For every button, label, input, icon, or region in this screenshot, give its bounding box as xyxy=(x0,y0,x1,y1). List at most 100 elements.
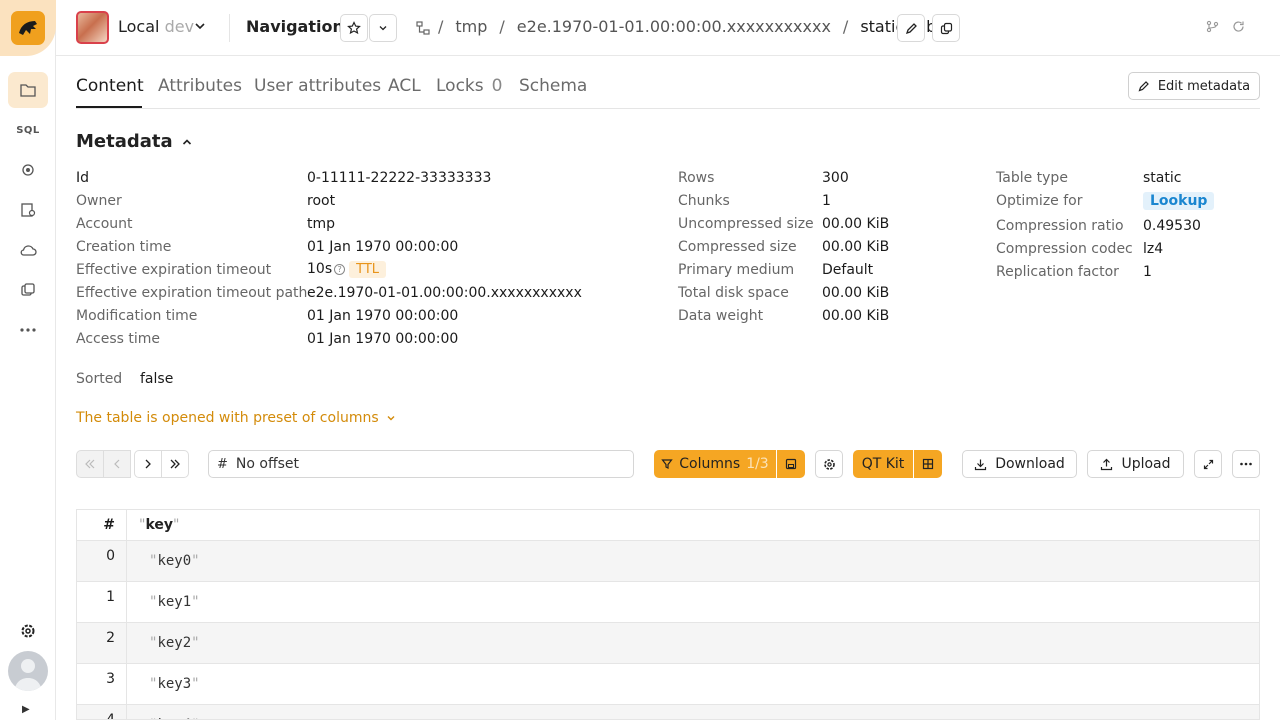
meta-value-access-time: 01 Jan 1970 00:00:00 xyxy=(307,331,459,347)
upload-button[interactable]: Upload xyxy=(1087,450,1184,478)
first-page-button[interactable] xyxy=(76,450,104,478)
tab-locks[interactable]: Locks 0 xyxy=(436,76,502,96)
meta-value-account[interactable]: tmp xyxy=(307,216,335,232)
table-row[interactable]: 1 "key1" xyxy=(76,582,1260,623)
rename-button[interactable] xyxy=(897,14,925,42)
breadcrumb-item-e2e[interactable]: e2e.1970-01-01.00:00:00.xxxxxxxxxxx xyxy=(517,17,831,36)
tab-user-attributes[interactable]: User attributes xyxy=(254,76,381,96)
meta-key-uncompressed-size: Uncompressed size xyxy=(678,216,814,232)
help-icon[interactable]: ? xyxy=(334,264,346,275)
column-header-key-label: key xyxy=(145,517,174,533)
next-page-button[interactable] xyxy=(134,450,162,478)
accounts-rail-button[interactable] xyxy=(8,192,48,228)
copy-path-button[interactable] xyxy=(932,14,960,42)
prev-page-button[interactable] xyxy=(103,450,131,478)
breadcrumb-separator: / xyxy=(438,17,444,36)
cell-key: "key1" xyxy=(149,594,200,610)
metadata-section-toggle[interactable]: Metadata xyxy=(76,131,193,152)
cell-key: "key2" xyxy=(149,635,200,651)
breadcrumb-separator: / xyxy=(499,17,505,36)
navigation-rail-button[interactable] xyxy=(8,72,48,108)
cluster-env: dev xyxy=(164,17,195,36)
tab-attributes[interactable]: Attributes xyxy=(158,76,242,96)
cluster-avatar[interactable] xyxy=(76,11,109,44)
columns-button[interactable]: Columns 1/3 xyxy=(654,450,776,478)
meta-value-expiration-path[interactable]: e2e.1970-01-01.00:00:00.xxxxxxxxxxx xyxy=(307,285,582,301)
last-page-button[interactable] xyxy=(161,450,189,478)
column-header-key[interactable]: "key" xyxy=(139,517,179,533)
tab-acl[interactable]: ACL xyxy=(388,76,421,96)
edit-metadata-label: Edit metadata xyxy=(1157,78,1251,94)
table-row[interactable]: 0 "key0" xyxy=(76,541,1260,582)
expand-rail-icon[interactable]: ▶ xyxy=(22,704,30,715)
cluster-name: Local xyxy=(118,17,160,36)
copy-icon xyxy=(940,22,952,34)
sql-rail-button[interactable]: SQL xyxy=(8,112,48,148)
meta-value-creation-time: 01 Jan 1970 00:00:00 xyxy=(307,239,459,255)
tab-locks-label: Locks xyxy=(436,76,484,96)
meta-key-compression-codec: Compression codec xyxy=(996,241,1133,257)
cell-key-value: key1 xyxy=(157,594,192,610)
breadcrumb-item-tmp[interactable]: tmp xyxy=(455,17,487,36)
cloud-rail-button[interactable] xyxy=(8,232,48,268)
quote-close: " xyxy=(173,517,180,533)
more-actions-button[interactable] xyxy=(1232,450,1260,478)
sql-icon: SQL xyxy=(16,124,40,136)
dashboards-rail-button[interactable] xyxy=(8,272,48,308)
meta-key-expiration-timeout: Effective expiration timeout xyxy=(76,262,272,278)
meta-key-compression-ratio: Compression ratio xyxy=(996,218,1124,234)
account-doc-icon xyxy=(21,203,36,217)
favorite-button[interactable] xyxy=(340,14,368,42)
gear-icon xyxy=(823,458,835,470)
meta-key-optimize-for: Optimize for xyxy=(996,193,1083,209)
meta-value-modification-time: 01 Jan 1970 00:00:00 xyxy=(307,308,459,324)
meta-value-expiration-timeout: 10s? TTL xyxy=(307,261,387,278)
meta-value-chunks: 1 xyxy=(822,193,831,209)
meta-key-replication-factor: Replication factor xyxy=(996,264,1119,280)
tab-content[interactable]: Content xyxy=(76,76,144,96)
header-divider xyxy=(229,14,230,42)
preset-columns-notice[interactable]: The table is opened with preset of colum… xyxy=(76,410,397,426)
edit-metadata-button[interactable]: Edit metadata xyxy=(1128,72,1260,100)
page-title: Navigation xyxy=(246,17,344,36)
double-chevron-right-icon xyxy=(170,459,180,469)
settings-rail-button[interactable] xyxy=(8,613,48,649)
hash-icon: # xyxy=(217,456,228,472)
cluster-selector[interactable]: Local dev xyxy=(118,17,194,36)
tree-root-icon[interactable] xyxy=(416,21,430,35)
meta-key-modification-time: Modification time xyxy=(76,308,198,324)
qt-kit-grid-button[interactable] xyxy=(914,450,942,478)
meta-value-optimize-for: Lookup xyxy=(1143,192,1215,210)
meta-value-compression-ratio: 0.49530 xyxy=(1143,218,1201,234)
app-logo[interactable] xyxy=(11,11,45,45)
qt-kit-button[interactable]: QT Kit xyxy=(853,450,913,478)
meta-value-rows: 300 xyxy=(822,170,849,186)
chevron-down-icon[interactable] xyxy=(192,18,208,34)
tab-schema[interactable]: Schema xyxy=(519,76,587,96)
operations-rail-button[interactable] xyxy=(8,152,48,188)
top-header: Local dev Navigation / tmp / e2e.1970-01… xyxy=(56,0,1280,56)
fullscreen-button[interactable] xyxy=(1194,450,1222,478)
table-row[interactable]: 4 "key4" xyxy=(76,705,1260,720)
active-tab-indicator xyxy=(76,106,142,108)
upload-label: Upload xyxy=(1121,456,1171,472)
more-rail-button[interactable] xyxy=(8,312,48,348)
download-label: Download xyxy=(995,456,1065,472)
offset-input[interactable]: # No offset xyxy=(208,450,634,478)
row-index: 4 xyxy=(77,705,127,719)
table-settings-button[interactable] xyxy=(815,450,843,478)
save-icon xyxy=(785,458,797,470)
cell-key: "key3" xyxy=(149,676,200,692)
meta-key-rows: Rows xyxy=(678,170,715,186)
table-row[interactable]: 3 "key3" xyxy=(76,664,1260,705)
branch-icon[interactable] xyxy=(1206,20,1219,33)
user-avatar[interactable] xyxy=(8,651,48,691)
refresh-icon[interactable] xyxy=(1232,20,1245,33)
favorites-dropdown-button[interactable] xyxy=(369,14,397,42)
save-columns-button[interactable] xyxy=(777,450,805,478)
grid-icon xyxy=(922,458,934,470)
download-button[interactable]: Download xyxy=(962,450,1077,478)
table-row[interactable]: 2 "key2" xyxy=(76,623,1260,664)
cards-icon xyxy=(21,283,35,296)
meta-value-owner: root xyxy=(307,193,336,209)
